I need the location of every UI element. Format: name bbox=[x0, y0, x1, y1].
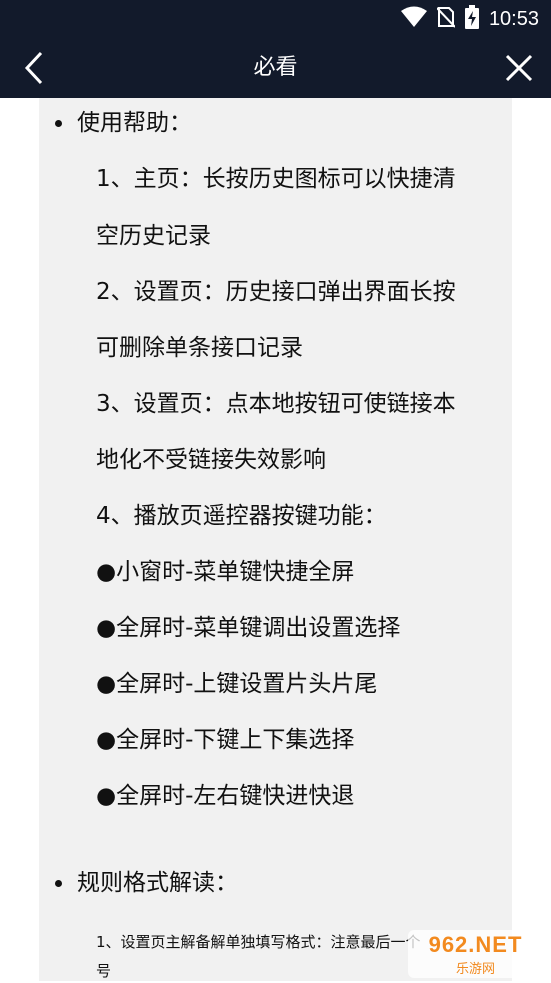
list-item: 号 bbox=[96, 962, 112, 980]
status-icons: 10:53 bbox=[400, 0, 539, 38]
list-item: 地化不受链接失效影响 bbox=[96, 447, 326, 473]
watermark-name: 乐游网 bbox=[455, 961, 495, 977]
page-title: 必看 bbox=[253, 55, 298, 80]
list-item: 可删除单条接口记录 bbox=[96, 335, 303, 361]
list-item: ●全屏时-左右键快进快退 bbox=[96, 783, 355, 809]
list-item: 空历史记录 bbox=[96, 223, 211, 249]
list-item: 4、播放页遥控器按键功能： bbox=[96, 503, 387, 529]
status-bar: 10:53 bbox=[0, 0, 551, 38]
close-button[interactable] bbox=[499, 48, 539, 88]
list-item: ●全屏时-上键设置片头片尾 bbox=[96, 671, 378, 697]
list-item: ●全屏时-菜单键调出设置选择 bbox=[96, 615, 401, 641]
list-item: 1、设置页主解备解单独填写格式：注意最后一个 bbox=[96, 933, 421, 951]
app-bar: 必看 bbox=[0, 38, 551, 98]
list-item: ●小窗时-菜单键快捷全屏 bbox=[96, 559, 355, 585]
list-item: 3、设置页：点本地按钮可使链接本 bbox=[96, 391, 456, 417]
battery-charging-icon bbox=[464, 5, 479, 33]
close-icon bbox=[505, 54, 533, 82]
status-time: 10:53 bbox=[488, 7, 539, 30]
list-item: ●全屏时-下键上下集选择 bbox=[96, 727, 355, 753]
no-sim-icon bbox=[436, 6, 456, 32]
watermark-site: 962.NET bbox=[428, 931, 523, 957]
wifi-icon bbox=[400, 6, 427, 32]
list-item: 2、设置页：历史接口弹出界面长按 bbox=[96, 279, 456, 305]
help-content: 使用帮助： 1、主页：长按历史图标可以快捷清 空历史记录 2、设置页：历史接口弹… bbox=[39, 98, 512, 981]
section-heading-usage-help: 使用帮助： bbox=[55, 103, 192, 143]
watermark-logo: 962.NET 乐游网 bbox=[408, 930, 543, 978]
list-item: 1、主页：长按历史图标可以快捷清 bbox=[96, 166, 456, 192]
section-heading-rule-format: 规则格式解读： bbox=[55, 863, 238, 903]
